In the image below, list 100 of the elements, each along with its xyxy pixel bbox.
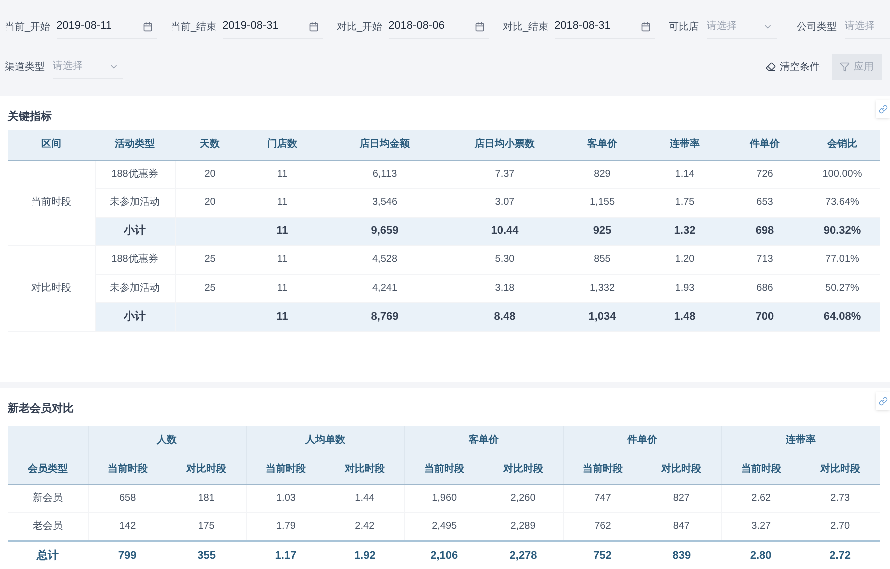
filter-label: 当前_开始: [5, 20, 52, 34]
column-header: 件单价: [725, 130, 805, 160]
table-cell: 10.44: [450, 217, 560, 246]
filter-label: 公司类型: [797, 20, 838, 34]
table-cell: 142: [88, 512, 168, 541]
table-cell: 总计: [8, 541, 88, 569]
table-cell: 726: [725, 160, 805, 188]
table-cell: 855: [560, 246, 645, 274]
column-header: 对比时段: [800, 455, 880, 484]
date-field[interactable]: 2018-08-06: [388, 15, 489, 39]
table-cell: 827: [642, 484, 722, 512]
period-cell: 对比时段: [8, 246, 95, 331]
filter-label: 可比店: [669, 20, 700, 34]
table-cell: 2,260: [484, 484, 564, 512]
period-cell: 当前时段: [8, 160, 95, 246]
table-cell: 11: [245, 188, 320, 217]
table-cell: 6,113: [320, 160, 450, 188]
table-cell: 1.79: [246, 512, 326, 541]
table-cell: 2.70: [800, 512, 880, 541]
table-cell: 2.42: [326, 512, 405, 541]
column-header: 活动类型: [95, 130, 175, 160]
table-cell: 658: [88, 484, 168, 512]
table-cell: 2,106: [404, 541, 484, 569]
table-cell: 2.72: [800, 541, 880, 569]
table-cell: 3.27: [722, 512, 801, 541]
table-cell: 小计: [95, 302, 175, 331]
column-header: 当前时段: [563, 455, 642, 484]
table-cell: 新会员: [8, 484, 88, 512]
table-cell: 713: [725, 246, 805, 274]
table-cell: 7.37: [450, 160, 560, 188]
table-cell: 20: [175, 188, 245, 217]
table-cell: 355: [167, 541, 246, 569]
table-cell: 2.80: [722, 541, 801, 569]
table-cell: 762: [563, 512, 642, 541]
clear-button[interactable]: 清空条件: [762, 54, 824, 80]
column-header: 区间: [8, 130, 95, 160]
table-cell: 64.08%: [805, 302, 880, 331]
table-cell: 小计: [95, 217, 175, 246]
table-cell: 653: [725, 188, 805, 217]
table-cell: 181: [167, 484, 246, 512]
column-header: 当前时段: [88, 455, 168, 484]
table-cell: 100.00%: [805, 160, 880, 188]
table-cell: 11: [245, 246, 320, 274]
column-header: 天数: [175, 130, 245, 160]
table-cell: 1.48: [645, 302, 725, 331]
table-cell: 1.17: [246, 541, 326, 569]
table-cell: 11: [245, 160, 320, 188]
column-header: 客单价: [560, 130, 645, 160]
column-header: 对比时段: [167, 455, 246, 484]
table-cell: 2,278: [484, 541, 564, 569]
table-cell: 3.07: [450, 188, 560, 217]
column-header: 会员类型: [8, 455, 88, 484]
table-cell: 829: [560, 160, 645, 188]
table-cell: 2.73: [800, 484, 880, 512]
table-cell: 925: [560, 217, 645, 246]
filter-label: 当前_结束: [171, 20, 218, 34]
date-field[interactable]: 2019-08-31: [222, 15, 323, 39]
column-header: 当前时段: [722, 455, 801, 484]
date-field[interactable]: 2018-08-31: [554, 15, 655, 39]
column-header: 对比时段: [326, 455, 405, 484]
table-cell: 8,769: [320, 302, 450, 331]
table-cell: 698: [725, 217, 805, 246]
filter-label: 渠道类型: [5, 60, 46, 74]
table-cell: 752: [563, 541, 642, 569]
table-cell: 1.14: [645, 160, 725, 188]
filter-label: 对比_结束: [503, 20, 550, 34]
table-cell: 1.20: [645, 246, 725, 274]
table-cell: 847: [642, 512, 722, 541]
table-cell: 5.30: [450, 246, 560, 274]
column-header: 当前时段: [404, 455, 484, 484]
date-field[interactable]: 2019-08-11: [56, 15, 157, 39]
table-cell: 8.48: [450, 302, 560, 331]
table-cell: 25: [175, 246, 245, 274]
table-cell: 1,960: [404, 484, 484, 512]
table-cell: 175: [167, 512, 246, 541]
table-cell: 未参加活动: [95, 188, 175, 217]
column-header: 当前时段: [246, 455, 326, 484]
table-cell: 747: [563, 484, 642, 512]
table-cell: 2,495: [404, 512, 484, 541]
column-header: 会销比: [805, 130, 880, 160]
table-cell: 老会员: [8, 512, 88, 541]
table-cell: 77.01%: [805, 246, 880, 274]
table-cell: 1.92: [326, 541, 405, 569]
group-header: 连带率: [722, 426, 880, 455]
table-cell: 1,155: [560, 188, 645, 217]
table-cell: 799: [88, 541, 168, 569]
table-cell: 11: [245, 217, 320, 246]
table-cell: 1,034: [560, 302, 645, 331]
column-header: 连带率: [645, 130, 725, 160]
table-cell: 1.75: [645, 188, 725, 217]
column-header: 对比时段: [642, 455, 722, 484]
group-header: 件单价: [563, 426, 722, 455]
table-cell: 2.62: [722, 484, 801, 512]
table-cell: 839: [642, 541, 722, 569]
filter-label: 对比_开始: [337, 20, 384, 34]
column-header: 店日均小票数: [450, 130, 560, 160]
table-cell: 188优惠券: [95, 246, 175, 274]
column-header: 门店数: [245, 130, 320, 160]
table-cell: 2,289: [484, 512, 564, 541]
column-header: 店日均金额: [320, 130, 450, 160]
